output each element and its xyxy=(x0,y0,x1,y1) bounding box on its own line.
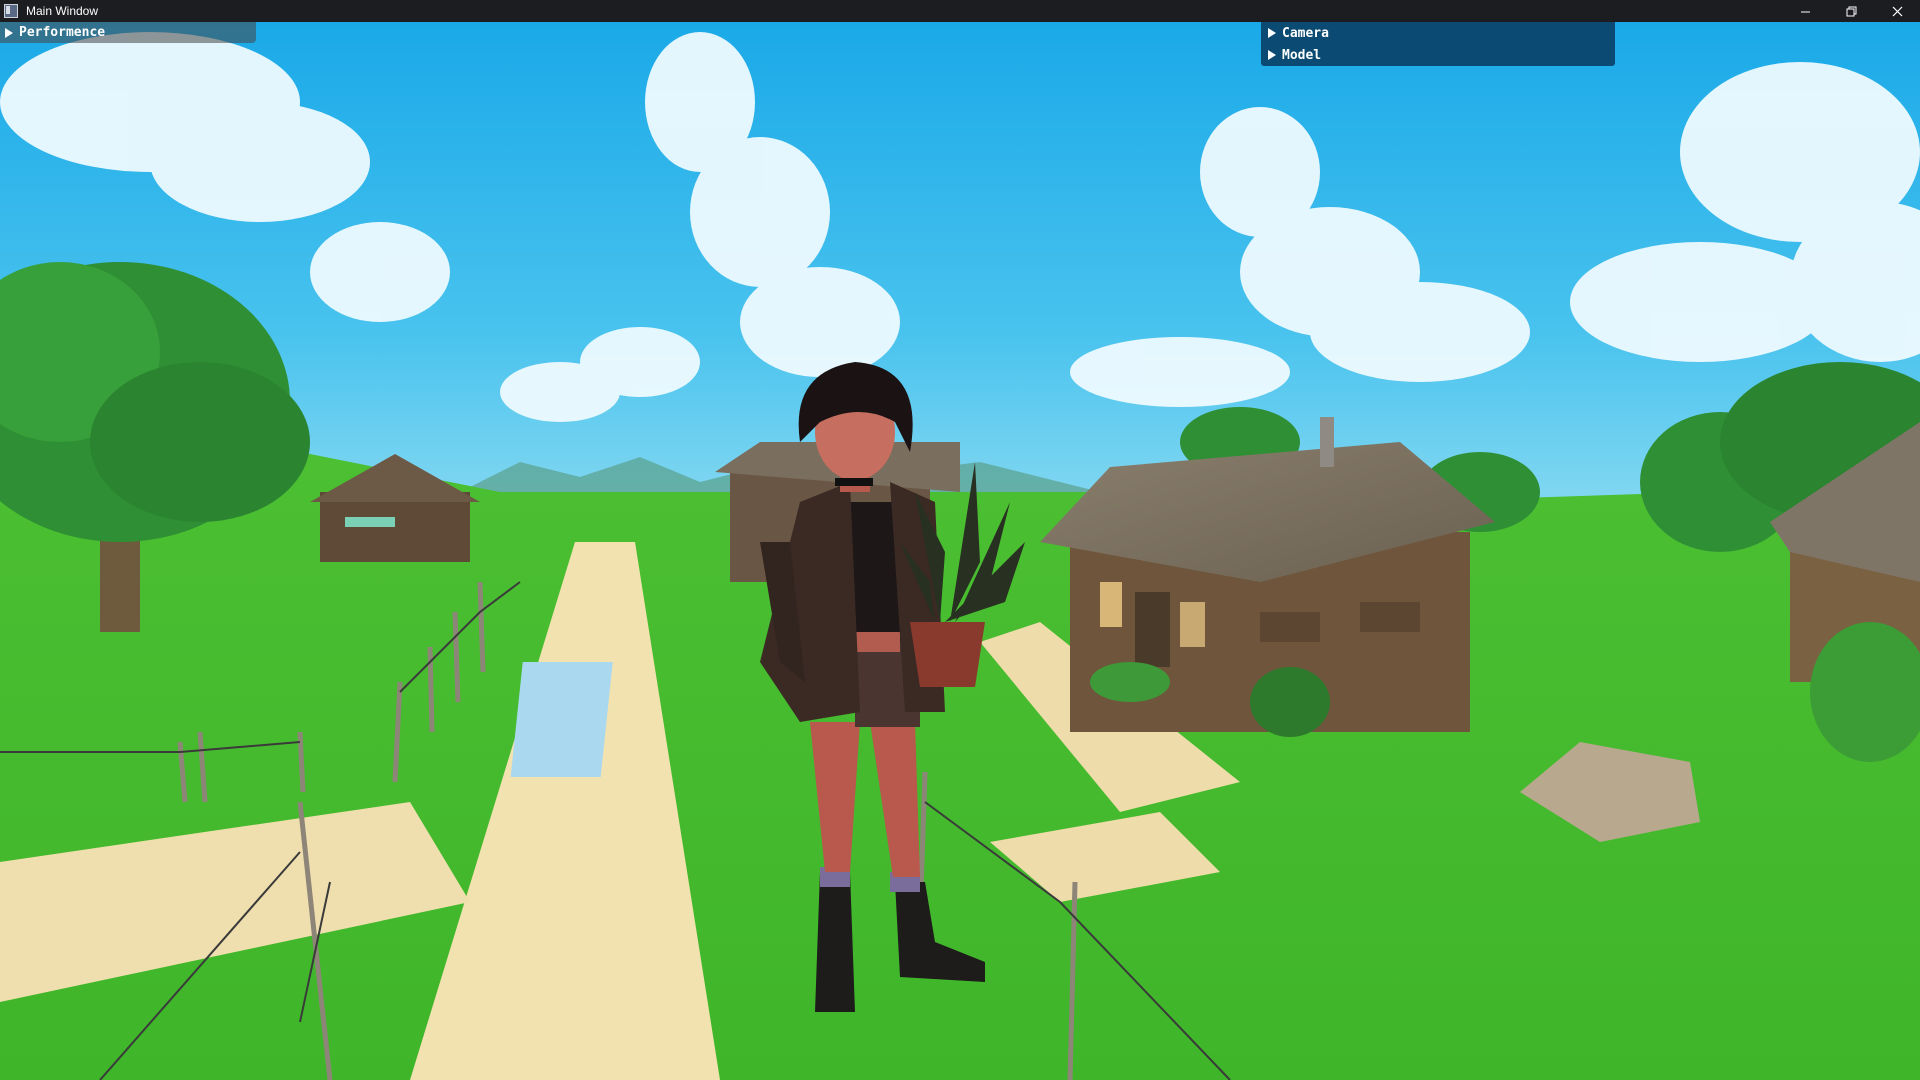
window-title: Main Window xyxy=(26,4,99,18)
scene-viewport[interactable]: Performence Camera Model xyxy=(0,22,1920,1080)
performance-label: Performence xyxy=(19,25,106,40)
close-icon xyxy=(1892,6,1902,16)
collapse-arrow-icon xyxy=(1268,50,1276,60)
performance-header[interactable]: Performence xyxy=(0,22,256,43)
close-button[interactable] xyxy=(1874,0,1920,22)
performance-panel: Performence xyxy=(0,22,256,43)
app-icon xyxy=(4,4,18,18)
restore-button[interactable] xyxy=(1828,0,1874,22)
scene-background xyxy=(0,22,1920,1080)
minimize-icon xyxy=(1800,11,1810,12)
camera-header[interactable]: Camera xyxy=(1261,22,1615,44)
water-tile xyxy=(510,662,613,777)
model-header[interactable]: Model xyxy=(1261,44,1615,66)
model-label: Model xyxy=(1282,47,1322,63)
collapse-arrow-icon xyxy=(1268,28,1276,38)
restore-icon xyxy=(1846,6,1856,16)
title-bar: Main Window xyxy=(0,0,1920,22)
collapse-arrow-icon xyxy=(5,27,13,38)
minimize-button[interactable] xyxy=(1782,0,1828,22)
camera-label: Camera xyxy=(1282,25,1329,41)
window-controls xyxy=(1782,0,1920,22)
scene-controls-panel: Camera Model xyxy=(1261,22,1615,66)
